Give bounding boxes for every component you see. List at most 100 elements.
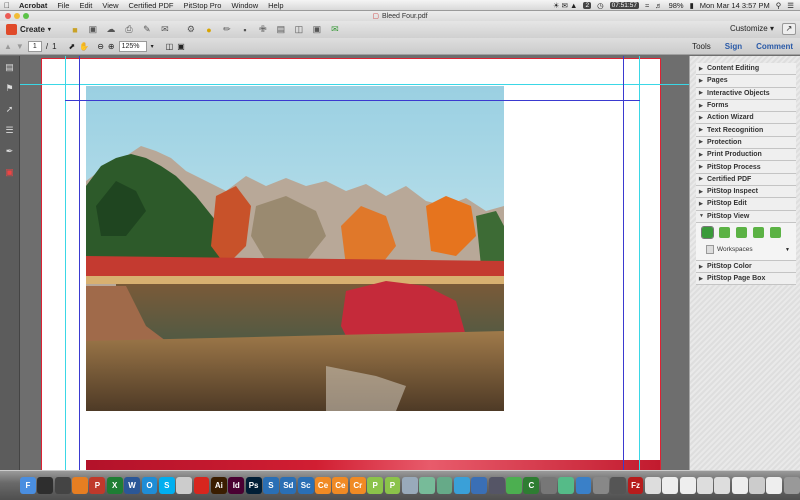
dock-app-icon[interactable] [731, 477, 748, 494]
panel-protection[interactable]: ▶ Protection [696, 136, 796, 150]
dock-app-icon[interactable]: W [124, 477, 141, 494]
menu-certified-pdf[interactable]: Certified PDF [124, 1, 179, 10]
dock-app-icon[interactable] [436, 477, 453, 494]
menu-view[interactable]: View [97, 1, 123, 10]
dock-app-icon[interactable]: Fz [627, 477, 644, 494]
menu-file[interactable]: File [52, 1, 74, 10]
panel-content-editing[interactable]: ▶ Content Editing [696, 63, 796, 76]
dock-app-icon[interactable] [506, 477, 522, 494]
panel-forms[interactable]: ▶ Forms [696, 99, 796, 113]
cloud-upload-icon[interactable]: ☁ [105, 24, 117, 35]
dock-app-icon[interactable]: P [384, 477, 401, 494]
dock-app-icon[interactable]: Ai [210, 477, 227, 494]
dock-app-icon[interactable] [488, 477, 505, 494]
highlight-icon[interactable]: ✏ [221, 24, 233, 35]
chevron-down-icon[interactable]: ▼ [785, 247, 790, 253]
menu-edit[interactable]: Edit [74, 1, 97, 10]
edit-document-icon[interactable]: ✎ [141, 24, 153, 35]
dock-app-icon[interactable] [72, 477, 88, 494]
panel-pitstop-view[interactable]: ▼ PitStop View [696, 210, 796, 223]
stamp-icon[interactable]: ▪ [239, 24, 251, 35]
dock-app-icon[interactable] [540, 477, 557, 494]
pitstop-inspect-icon[interactable]: ▣ [311, 24, 323, 35]
dock-app-icon[interactable] [714, 477, 731, 494]
signatures-icon[interactable]: ✒ [5, 146, 15, 156]
workspaces-dropdown[interactable]: Workspaces [706, 244, 753, 254]
panel-pitstop-process[interactable]: ▶ PitStop Process [696, 161, 796, 174]
dock-app-icon[interactable] [37, 477, 54, 494]
prev-page-icon[interactable]: ▲ [4, 42, 12, 51]
document-canvas[interactable] [20, 56, 689, 470]
mail-view-icon[interactable] [753, 226, 764, 238]
menu-app[interactable]: Acrobat [14, 1, 52, 10]
dock-app-icon[interactable]: X [106, 477, 123, 494]
dock-app-icon[interactable]: S [263, 477, 279, 494]
clock-app-time[interactable]: 07:51:57 [609, 1, 639, 9]
pitstop-preview-icon[interactable]: ◫ [293, 24, 305, 35]
dock-app-icon[interactable] [54, 477, 71, 494]
tab-tools[interactable]: Tools [685, 42, 718, 51]
volume-icon[interactable]: ♬ [655, 1, 663, 10]
dock-app-icon[interactable]: P [89, 477, 106, 494]
dock-app-icon[interactable]: Ps [245, 477, 262, 494]
dock-app-icon[interactable]: S [158, 477, 175, 494]
fit-width-icon[interactable]: ▣ [177, 42, 185, 51]
layers-icon[interactable]: ☰ [5, 125, 15, 135]
notification-center-icon[interactable]: ☰ [787, 1, 794, 10]
dock-app-icon[interactable] [193, 477, 210, 494]
dock-app-icon[interactable] [610, 477, 627, 494]
dock-app-icon[interactable]: C [523, 477, 540, 494]
print-icon[interactable]: ⎙ [123, 24, 135, 35]
menu-window[interactable]: Window [226, 1, 263, 10]
battery-icon[interactable]: ▮ [690, 1, 694, 10]
dock-app-icon[interactable]: Id [228, 477, 245, 494]
panel-interactive-objects[interactable]: ▶ Interactive Objects [696, 87, 796, 100]
dock-app-icon[interactable] [401, 477, 418, 494]
dock-app-icon[interactable] [766, 477, 783, 494]
dock-app-icon[interactable] [592, 477, 609, 494]
customize-button[interactable]: Customize ▾ [730, 24, 774, 33]
open-folder-icon[interactable]: ■ [69, 24, 81, 35]
panel-print-production[interactable]: ▶ Print Production [696, 149, 796, 162]
dock-app-icon[interactable]: Cr [349, 477, 366, 494]
pitstop-select-icon[interactable]: ▤ [275, 24, 287, 35]
panel-action-wizard[interactable]: ▶ Action Wizard [696, 112, 796, 125]
tab-sign[interactable]: Sign [718, 42, 749, 51]
clock-app-icon[interactable]: ◷ [597, 1, 604, 10]
menu-help[interactable]: Help [263, 1, 288, 10]
page-thumbnails-icon[interactable]: ▤ [5, 62, 15, 72]
dock-app-icon[interactable] [558, 477, 574, 494]
zoom-dropdown-icon[interactable]: ▾ [151, 43, 154, 50]
dock-app-icon[interactable] [176, 477, 193, 494]
apple-menu-icon[interactable]:  [0, 1, 14, 10]
panel-certified-pdf[interactable]: ▶ Certified PDF [696, 173, 796, 186]
select-object-icon[interactable]: ✙ [257, 24, 269, 35]
status-icons[interactable]: ☀ ✉ ▲ [553, 1, 578, 10]
zoom-level-input[interactable]: 125% [118, 40, 147, 52]
hand-tool-icon[interactable]: ✋ [79, 42, 89, 51]
attachments-icon[interactable]: ➚ [5, 104, 15, 114]
panel-pitstop-edit[interactable]: ▶ PitStop Edit [696, 198, 796, 211]
dock-app-icon[interactable] [575, 477, 592, 494]
panel-pitstop-page-box[interactable]: ▶ PitStop Page Box [696, 273, 796, 286]
grid-view-icon[interactable] [701, 225, 714, 239]
datetime[interactable]: Mon Mar 14 3:57 PM [700, 1, 770, 10]
dock-app-icon[interactable]: P [367, 477, 384, 494]
dock-app-icon[interactable] [471, 477, 488, 494]
create-button[interactable]: Create ▾ [6, 24, 51, 35]
speech-view-icon[interactable] [719, 226, 730, 238]
pitstop-navigator-icon[interactable]: ▣ [5, 167, 15, 177]
dock-app-icon[interactable]: Ce [332, 477, 349, 494]
dock-app-icon[interactable]: Sc [297, 477, 314, 494]
email-icon[interactable]: ✉ [159, 24, 171, 35]
menu-pitstop-pro[interactable]: PitStop Pro [179, 1, 227, 10]
dock-app-icon[interactable] [644, 477, 661, 494]
select-arrow-icon[interactable]: ⬈ [69, 42, 76, 51]
panel-pitstop-inspect[interactable]: ▶ PitStop Inspect [696, 185, 796, 199]
dock-app-icon[interactable]: Ce [315, 477, 331, 494]
dock-app-icon[interactable] [679, 477, 696, 494]
fullscreen-icon[interactable]: ↗ [782, 23, 796, 35]
fit-page-icon[interactable]: ◫ [166, 42, 174, 51]
panel-text-recognition[interactable]: ▶ Text Recognition [696, 124, 796, 137]
tab-comment[interactable]: Comment [749, 42, 800, 51]
